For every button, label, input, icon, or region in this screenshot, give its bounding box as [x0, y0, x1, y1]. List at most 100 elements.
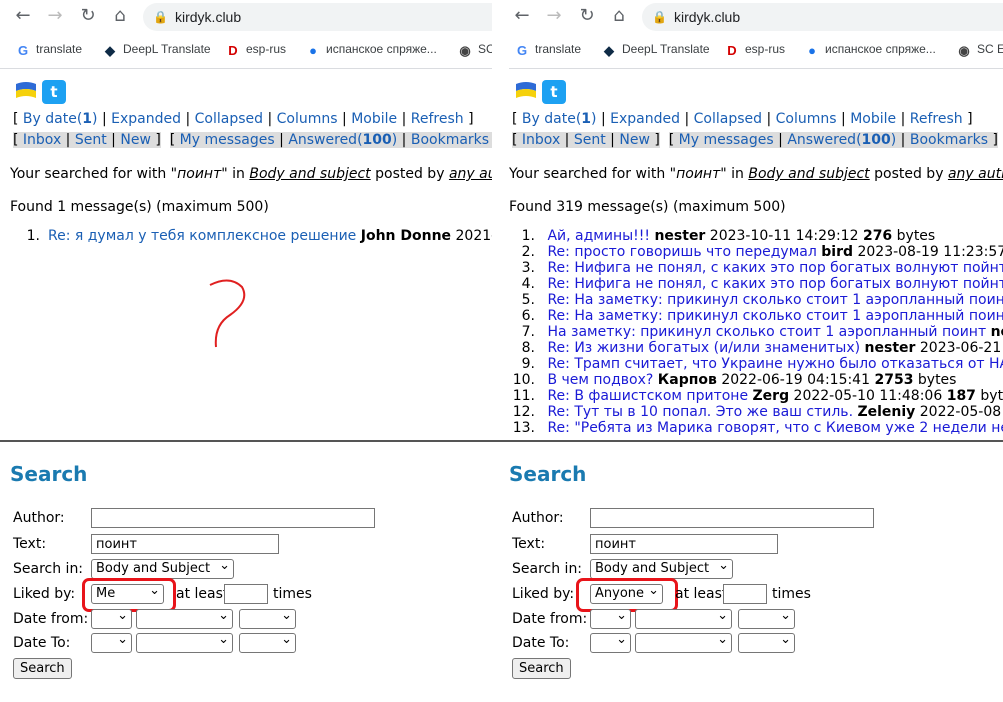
home-icon[interactable]: ⌂ [111, 7, 129, 25]
bookmark-esp-rus[interactable]: Desp-rus [725, 42, 785, 58]
result-date: 2022-05-10 11:48:06 [793, 388, 943, 404]
sent-link[interactable]: Sent [574, 132, 606, 148]
collapsed-link[interactable]: Collapsed [195, 111, 263, 127]
mail-nav: [ Inbox | Sent | New ] [ My messages | A… [512, 132, 998, 148]
mail-nav: [ Inbox | Sent | New ] [ My messages | A… [13, 132, 492, 148]
date-from-month-select[interactable] [635, 607, 732, 629]
result-link[interactable]: Re: Тут ты в 10 попал. Это же ваш стиль. [547, 404, 853, 420]
reload-icon[interactable]: ↻ [578, 7, 596, 25]
by-date-link[interactable]: By date(1) [522, 111, 597, 127]
search-button[interactable]: Search [512, 658, 571, 679]
result-link[interactable]: Ай, админы!!! [547, 228, 650, 244]
date-from-day-select[interactable] [590, 607, 631, 629]
bookmarks-link[interactable]: Bookmarks [411, 132, 489, 148]
bookmark-translate[interactable]: Gtranslate [16, 42, 82, 58]
result-link[interactable]: Re: Из жизни богатых (и/или знаменитых) [547, 340, 860, 356]
date-to-year-select[interactable] [738, 631, 795, 653]
bookmark-translate[interactable]: Gtranslate [515, 42, 581, 58]
answered-link[interactable]: Answered(100) [787, 132, 896, 148]
bookmarks-link[interactable]: Bookmarks [910, 132, 988, 148]
home-icon[interactable]: ⌂ [610, 7, 628, 25]
result-link[interactable]: Re: Трамп считает, что Украине нужно был… [547, 356, 1003, 372]
forward-icon[interactable]: → [545, 7, 563, 25]
bookmark-sc[interactable]: ◉SC E [957, 42, 1003, 58]
bookmark-sc[interactable]: ◉SC E [458, 42, 492, 58]
bookmarks-bar: Gtranslate ◆ DeepL Translate Desp-rus ● ис… [0, 33, 492, 69]
my-messages-link[interactable]: My messages [679, 132, 774, 148]
columns-link[interactable]: Columns [776, 111, 837, 127]
bookmark-deepl[interactable]: ◆ DeepL Translate [103, 42, 211, 58]
forward-icon[interactable]: → [46, 7, 64, 25]
date-from-year-select[interactable] [239, 607, 296, 629]
result-unit: bytes [917, 372, 957, 388]
ukraine-flag-icon[interactable] [514, 80, 538, 102]
answered-link[interactable]: Answered(100) [288, 132, 397, 148]
expanded-link[interactable]: Expanded [111, 111, 181, 127]
date-to-label: Date To: [512, 635, 570, 651]
date-to-year-select[interactable] [239, 631, 296, 653]
result-size: 2753 [874, 372, 914, 388]
date-from-month-select[interactable] [136, 607, 233, 629]
result-link[interactable]: Re: На заметку: прикинул сколько стоит 1… [547, 292, 1003, 308]
my-messages-link[interactable]: My messages [180, 132, 275, 148]
result-size: 276 [862, 228, 893, 244]
new-link[interactable]: New [120, 132, 151, 148]
social-icons: t [14, 80, 66, 104]
bookmark-spanish-conj[interactable]: ● испанское спряже... [805, 42, 936, 58]
url-text: kirdyk.club [674, 9, 741, 25]
result-link[interactable]: Re: В фашистском притоне [547, 388, 748, 404]
bookmark-esp-rus[interactable]: Desp-rus [226, 42, 286, 58]
result-author: neste [990, 324, 1003, 340]
back-icon[interactable]: ← [14, 7, 32, 25]
sent-link[interactable]: Sent [75, 132, 107, 148]
search-in-select[interactable]: Body and Subject [590, 557, 733, 579]
result-link[interactable]: Re: просто говоришь что передумал [547, 244, 816, 260]
result-link[interactable]: На заметку: прикинул сколько стоит 1 аэр… [547, 324, 986, 340]
times-input[interactable] [224, 584, 268, 604]
back-icon[interactable]: ← [513, 7, 531, 25]
times-input[interactable] [723, 584, 767, 604]
columns-link[interactable]: Columns [277, 111, 338, 127]
lock-icon: 🔒 [652, 10, 667, 24]
date-to-day-select[interactable] [91, 631, 132, 653]
collapsed-link[interactable]: Collapsed [694, 111, 762, 127]
bookmark-deepl[interactable]: ◆ DeepL Translate [602, 42, 710, 58]
author-input[interactable] [590, 508, 874, 528]
date-to-month-select[interactable] [635, 631, 732, 653]
new-link[interactable]: New [619, 132, 650, 148]
result-link[interactable]: В чем подвох? [547, 372, 653, 388]
result-link[interactable]: Re: Нифига не понял, с каких это пор бог… [547, 260, 1003, 276]
twitter-icon[interactable]: t [542, 80, 566, 104]
date-from-day-select[interactable] [91, 607, 132, 629]
date-from-year-select[interactable] [738, 607, 795, 629]
result-link[interactable]: Re: На заметку: прикинул сколько стоит 1… [547, 308, 1003, 324]
list-item: 2. Re: просто говоришь что передумал bir… [509, 244, 1003, 260]
search-button[interactable]: Search [13, 658, 72, 679]
author-input[interactable] [91, 508, 375, 528]
search-title: Search [509, 462, 587, 486]
inbox-link[interactable]: Inbox [23, 132, 61, 148]
ukraine-flag-icon[interactable] [14, 80, 38, 102]
text-input[interactable]: поинт [590, 534, 778, 554]
inbox-link[interactable]: Inbox [522, 132, 560, 148]
date-to-month-select[interactable] [136, 631, 233, 653]
result-link[interactable]: Re: Нифига не понял, с каких это пор бог… [547, 276, 1003, 292]
text-input[interactable]: поинт [91, 534, 279, 554]
result-author: bird [821, 244, 854, 260]
twitter-icon[interactable]: t [42, 80, 66, 104]
reload-icon[interactable]: ↻ [79, 7, 97, 25]
mobile-link[interactable]: Mobile [351, 111, 397, 127]
mobile-link[interactable]: Mobile [850, 111, 896, 127]
address-bar[interactable]: 🔒 kirdyk.club [642, 3, 1003, 31]
address-bar[interactable]: 🔒 kirdyk.club [143, 3, 492, 31]
date-from-label: Date from: [13, 611, 89, 627]
by-date-link[interactable]: By date(1) [23, 111, 98, 127]
bookmark-spanish-conj[interactable]: ● испанское спряже... [306, 42, 437, 58]
result-link[interactable]: Re: "Ребята из Марика говорят, что с Кие… [547, 420, 1003, 436]
result-link[interactable]: Re: я думал у тебя комплексное решение [48, 228, 356, 244]
refresh-link[interactable]: Refresh [910, 111, 963, 127]
expanded-link[interactable]: Expanded [610, 111, 680, 127]
refresh-link[interactable]: Refresh [411, 111, 464, 127]
date-to-day-select[interactable] [590, 631, 631, 653]
search-in-select[interactable]: Body and Subject [91, 557, 234, 579]
